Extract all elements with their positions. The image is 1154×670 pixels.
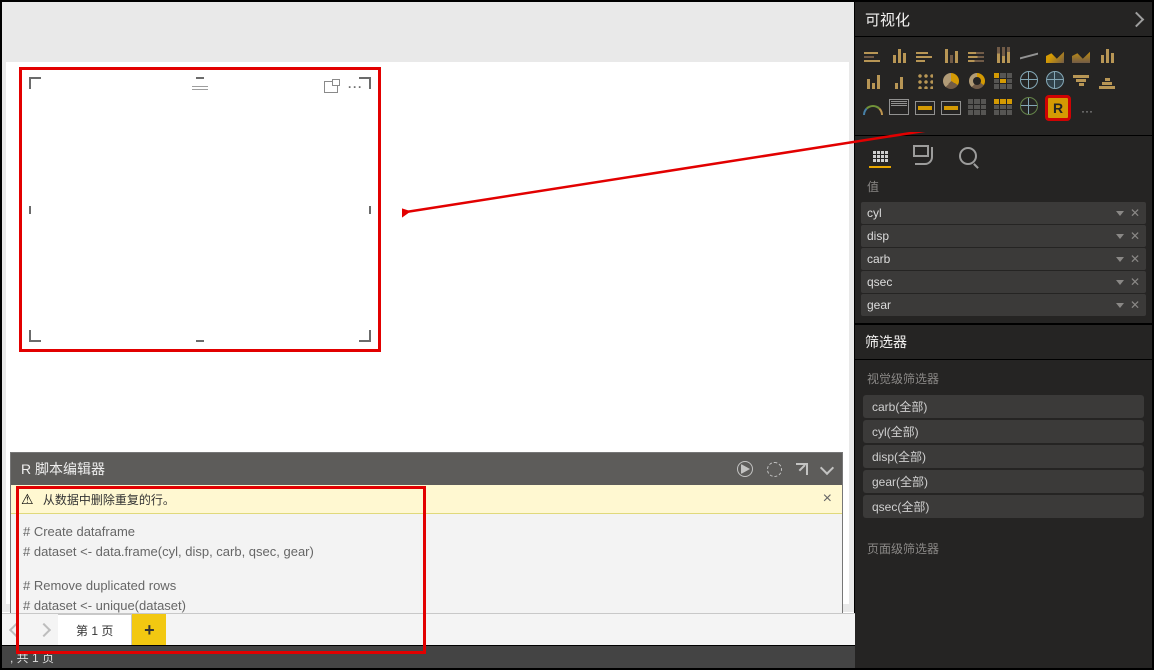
filters-title: 筛选器	[865, 332, 907, 352]
visual-drag-grip[interactable]	[192, 84, 208, 92]
stacked-area-chart-icon[interactable]	[1071, 43, 1091, 63]
visual-more-icon[interactable]: ···	[348, 80, 363, 94]
run-script-button[interactable]	[737, 461, 753, 477]
column-chart-icon[interactable]	[889, 43, 909, 63]
fields-tab[interactable]	[869, 146, 891, 168]
page-tab-1[interactable]: 第 1 页	[58, 614, 132, 646]
stacked-bar-100-icon[interactable]	[967, 43, 987, 63]
value-field-pill[interactable]: cyl✕	[861, 202, 1146, 224]
filter-pill[interactable]: disp(全部)	[863, 445, 1144, 468]
slicer-icon[interactable]	[1097, 69, 1117, 89]
scatter-chart-icon[interactable]	[915, 69, 935, 89]
value-field-pill[interactable]: qsec✕	[861, 271, 1146, 293]
gauge-chart-icon[interactable]	[863, 95, 883, 115]
combo-chart-icon[interactable]	[1097, 43, 1117, 63]
visualizations-panel-header[interactable]: 可视化	[855, 2, 1152, 37]
r-code-line: # Remove duplicated rows	[23, 576, 830, 596]
remove-field-icon[interactable]: ✕	[1130, 206, 1140, 220]
r-editor-header: R 脚本编辑器	[11, 453, 842, 485]
donut-chart-icon[interactable]	[967, 69, 987, 89]
collapse-editor-button[interactable]	[822, 466, 832, 473]
popout-editor-button[interactable]	[796, 463, 808, 475]
arcgis-map-icon[interactable]	[1019, 95, 1039, 115]
status-page-count: , 共 1 页	[10, 649, 54, 666]
next-page-button[interactable]	[30, 614, 58, 646]
filter-pill[interactable]: qsec(全部)	[863, 495, 1144, 518]
treemap-icon[interactable]	[993, 69, 1013, 89]
script-settings-button[interactable]	[767, 462, 782, 477]
area-chart-icon[interactable]	[1045, 43, 1065, 63]
visualization-gallery: R ···	[855, 37, 1152, 135]
value-fields-well[interactable]: cyl✕ disp✕ carb✕ qsec✕ gear✕	[855, 201, 1152, 324]
stacked-bar-chart-icon[interactable]	[863, 43, 883, 63]
r-code-line: # Create dataframe	[23, 522, 830, 542]
r-editor-warning-bar: ⚠ 从数据中删除重复的行。 ×	[11, 485, 842, 514]
add-page-button[interactable]: +	[132, 614, 166, 646]
page-tabs-bar: 第 1 页 +	[2, 613, 855, 646]
remove-field-icon[interactable]: ✕	[1130, 252, 1140, 266]
matrix-icon[interactable]	[993, 95, 1013, 115]
pie-chart-icon[interactable]	[941, 69, 961, 89]
filter-pill[interactable]: carb(全部)	[863, 395, 1144, 418]
value-field-pill[interactable]: carb✕	[861, 248, 1146, 270]
waterfall-chart-icon[interactable]	[889, 69, 909, 89]
collapse-panel-icon[interactable]	[1129, 11, 1145, 27]
map-icon[interactable]	[1019, 69, 1039, 89]
filter-pill[interactable]: cyl(全部)	[863, 420, 1144, 443]
r-editor-title: R 脚本编辑器	[21, 459, 105, 479]
clustered-bar-chart-icon[interactable]	[915, 43, 935, 63]
r-code-line: # dataset <- data.frame(cyl, disp, carb,…	[23, 542, 830, 562]
clustered-column-chart-icon[interactable]	[941, 43, 961, 63]
warning-close-button[interactable]: ×	[823, 490, 832, 508]
card-icon[interactable]	[889, 95, 909, 115]
stacked-column-100-icon[interactable]	[993, 43, 1013, 63]
r-visual-placeholder[interactable]: ···	[19, 67, 381, 352]
remove-field-icon[interactable]: ✕	[1130, 275, 1140, 289]
funnel-chart-icon[interactable]	[1071, 69, 1091, 89]
remove-field-icon[interactable]: ✕	[1130, 298, 1140, 312]
visual-level-filters[interactable]: carb(全部) cyl(全部) disp(全部) gear(全部) qsec(…	[855, 393, 1152, 526]
visualizations-title: 可视化	[865, 9, 910, 30]
value-field-pill[interactable]: gear✕	[861, 294, 1146, 316]
visual-filters-label: 视觉级筛选器	[855, 360, 1152, 393]
filters-panel-header[interactable]: 筛选器	[855, 324, 1152, 360]
r-visual-icon[interactable]: R	[1045, 95, 1071, 121]
analytics-tab[interactable]	[957, 146, 979, 166]
status-bar: , 共 1 页	[2, 645, 855, 668]
r-editor-warning-text: 从数据中删除重复的行。	[43, 493, 175, 507]
prev-page-button[interactable]	[2, 614, 30, 646]
report-canvas[interactable]: ··· R 脚本编辑器 ⚠	[2, 2, 855, 612]
values-section-label: 值	[855, 168, 1152, 201]
warning-icon: ⚠	[21, 491, 34, 507]
line-chart-icon[interactable]	[1019, 43, 1039, 63]
report-page[interactable]: ··· R 脚本编辑器 ⚠	[6, 62, 849, 604]
resize-handle-b[interactable]	[196, 340, 204, 342]
multi-row-card-icon[interactable]	[915, 95, 935, 115]
resize-handle-r[interactable]	[369, 206, 371, 214]
format-tab[interactable]	[913, 146, 935, 166]
filled-map-icon[interactable]	[1045, 69, 1065, 89]
kpi-icon[interactable]	[941, 95, 961, 115]
page-filters-label: 页面级筛选器	[855, 526, 1152, 563]
focus-mode-icon[interactable]	[324, 81, 338, 93]
remove-field-icon[interactable]: ✕	[1130, 229, 1140, 243]
table-icon[interactable]	[967, 95, 987, 115]
ribbon-chart-icon[interactable]	[863, 69, 883, 89]
import-visual-icon[interactable]: ···	[1077, 98, 1097, 118]
value-field-pill[interactable]: disp✕	[861, 225, 1146, 247]
filter-pill[interactable]: gear(全部)	[863, 470, 1144, 493]
